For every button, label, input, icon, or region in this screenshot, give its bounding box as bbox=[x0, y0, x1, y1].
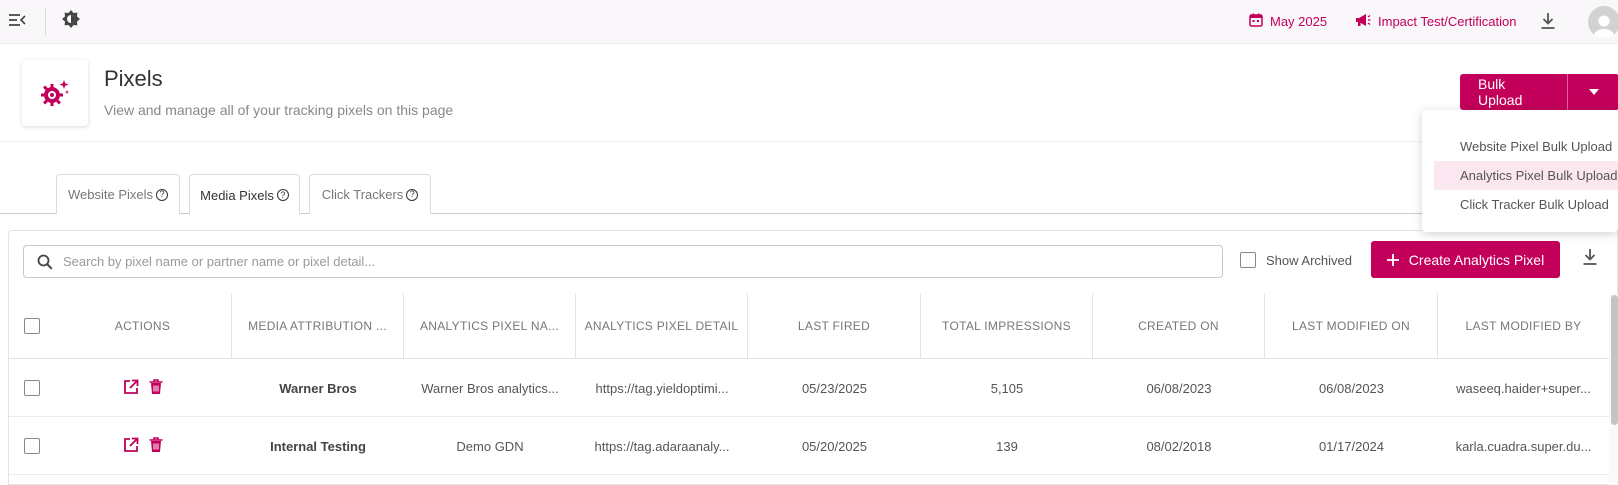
user-avatar[interactable] bbox=[1588, 6, 1618, 38]
cell-pixel-detail: https://tag.adaraanaly... bbox=[594, 438, 730, 454]
tab-website-pixels[interactable]: Website Pixels ? bbox=[56, 174, 180, 214]
topbar-divider bbox=[45, 8, 46, 36]
cell-last-fired: 05/20/2025 bbox=[801, 438, 868, 454]
top-bar: May 2025 Impact Test/Certification bbox=[0, 0, 1618, 44]
show-archived-toggle[interactable]: Show Archived bbox=[1240, 252, 1352, 268]
help-icon[interactable]: ? bbox=[276, 189, 289, 201]
bulk-upload-group: Bulk Upload bbox=[1460, 74, 1618, 110]
cell-last-modified-on: 06/08/2023 bbox=[1318, 380, 1385, 396]
row-checkbox[interactable] bbox=[23, 380, 40, 396]
create-label: Create Analytics Pixel bbox=[1408, 251, 1545, 268]
tab-media-pixels[interactable]: Media Pixels ? bbox=[189, 174, 300, 215]
row-checkbox[interactable] bbox=[23, 438, 40, 454]
column-header-media-attribution[interactable]: MEDIA ATTRIBUTION ... bbox=[232, 293, 404, 359]
tab-label: Website Pixels bbox=[67, 187, 153, 202]
plus-icon bbox=[1386, 253, 1399, 266]
pixel-tabs: Website Pixels ? Media Pixels ? Click Tr… bbox=[0, 174, 1618, 215]
show-archived-checkbox[interactable] bbox=[1240, 252, 1256, 268]
user-icon bbox=[1593, 15, 1615, 38]
table-row: Internal Testing Demo GDN https://tag.ad… bbox=[9, 417, 1609, 475]
column-header-last-fired[interactable]: LAST FIRED bbox=[748, 293, 921, 359]
campaign-selector[interactable]: Impact Test/Certification bbox=[1355, 13, 1516, 30]
caret-down-icon bbox=[1588, 89, 1599, 95]
help-icon[interactable]: ? bbox=[406, 188, 419, 201]
show-archived-label: Show Archived bbox=[1266, 252, 1352, 268]
cell-created-on: 06/08/2023 bbox=[1146, 380, 1212, 396]
page-subtitle: View and manage all of your tracking pix… bbox=[104, 102, 454, 118]
select-all-cell bbox=[9, 293, 54, 359]
table-row: Warner Bros Warner Bros analytics... htt… bbox=[9, 359, 1609, 417]
trash-icon[interactable] bbox=[149, 436, 163, 456]
table-header: ACTIONS MEDIA ATTRIBUTION ... ANALYTICS … bbox=[9, 293, 1609, 359]
select-all-checkbox[interactable] bbox=[23, 318, 40, 334]
menu-item-website-pixel-bulk-upload[interactable]: Website Pixel Bulk Upload bbox=[1434, 132, 1618, 161]
bulk-upload-caret-button[interactable] bbox=[1567, 74, 1618, 110]
tab-label: Media Pixels bbox=[200, 187, 274, 203]
cell-last-modified-by: waseeq.haider+super... bbox=[1456, 380, 1591, 396]
pixels-logo bbox=[22, 60, 88, 126]
cell-media-attribution: Internal Testing bbox=[270, 438, 366, 454]
column-header-total-impressions[interactable]: TOTAL IMPRESSIONS bbox=[921, 293, 1093, 359]
trash-icon[interactable] bbox=[149, 378, 163, 398]
column-header-analytics-pixel-detail[interactable]: ANALYTICS PIXEL DETAIL bbox=[576, 293, 748, 359]
search-box bbox=[23, 245, 1223, 278]
cell-last-modified-on: 01/17/2024 bbox=[1318, 438, 1385, 454]
open-external-icon[interactable] bbox=[123, 379, 139, 398]
date-selector[interactable]: May 2025 bbox=[1249, 13, 1327, 30]
open-external-icon[interactable] bbox=[123, 437, 139, 456]
cell-last-fired: 05/23/2025 bbox=[801, 380, 868, 396]
bulk-upload-button[interactable]: Bulk Upload bbox=[1460, 74, 1567, 110]
tab-click-trackers[interactable]: Click Trackers ? bbox=[309, 174, 431, 214]
column-header-last-modified-on[interactable]: LAST MODIFIED ON bbox=[1265, 293, 1438, 359]
cell-total-impressions: 139 bbox=[996, 438, 1018, 454]
search-icon bbox=[37, 254, 53, 270]
bulk-upload-menu: Website Pixel Bulk Upload Analytics Pixe… bbox=[1422, 110, 1618, 232]
search-input[interactable] bbox=[63, 254, 1222, 269]
column-header-analytics-pixel-name[interactable]: ANALYTICS PIXEL NA... bbox=[404, 293, 576, 359]
megaphone-icon bbox=[1355, 13, 1371, 30]
page-title: Pixels bbox=[104, 66, 163, 91]
gear-sparkle-icon bbox=[41, 80, 69, 106]
menu-item-click-tracker-bulk-upload[interactable]: Click Tracker Bulk Upload bbox=[1434, 190, 1618, 219]
cell-media-attribution: Warner Bros bbox=[279, 380, 357, 396]
menu-item-analytics-pixel-bulk-upload[interactable]: Analytics Pixel Bulk Upload bbox=[1434, 161, 1618, 190]
create-analytics-pixel-button[interactable]: Create Analytics Pixel bbox=[1371, 241, 1560, 278]
scrollbar-thumb[interactable] bbox=[1611, 295, 1618, 425]
pixels-table-card: Show Archived Create Analytics Pixel ACT… bbox=[8, 230, 1618, 485]
download-icon[interactable] bbox=[1540, 12, 1556, 35]
cell-total-impressions: 5,105 bbox=[990, 380, 1024, 396]
table-scrollbar[interactable] bbox=[1609, 293, 1618, 485]
column-header-created-on[interactable]: CREATED ON bbox=[1093, 293, 1265, 359]
tab-label: Click Trackers bbox=[321, 187, 404, 202]
theme-toggle-icon[interactable] bbox=[61, 9, 81, 34]
cell-last-modified-by: karla.cuadra.super.du... bbox=[1455, 438, 1592, 454]
export-download-icon[interactable] bbox=[1582, 248, 1598, 271]
menu-collapse-icon[interactable] bbox=[8, 11, 26, 34]
cell-created-on: 08/02/2018 bbox=[1146, 438, 1212, 454]
column-header-last-modified-by[interactable]: LAST MODIFIED BY bbox=[1438, 293, 1609, 359]
page-header: Pixels View and manage all of your track… bbox=[0, 44, 1618, 142]
calendar-icon bbox=[1249, 13, 1263, 30]
cell-pixel-name: Warner Bros analytics... bbox=[421, 380, 559, 396]
help-icon[interactable]: ? bbox=[156, 188, 168, 201]
date-label: May 2025 bbox=[1270, 14, 1328, 29]
cell-pixel-detail: https://tag.yieldoptimi... bbox=[595, 380, 729, 396]
column-header-actions[interactable]: ACTIONS bbox=[54, 293, 232, 359]
cell-pixel-name: Demo GDN bbox=[456, 438, 524, 454]
campaign-label: Impact Test/Certification bbox=[1378, 14, 1517, 29]
